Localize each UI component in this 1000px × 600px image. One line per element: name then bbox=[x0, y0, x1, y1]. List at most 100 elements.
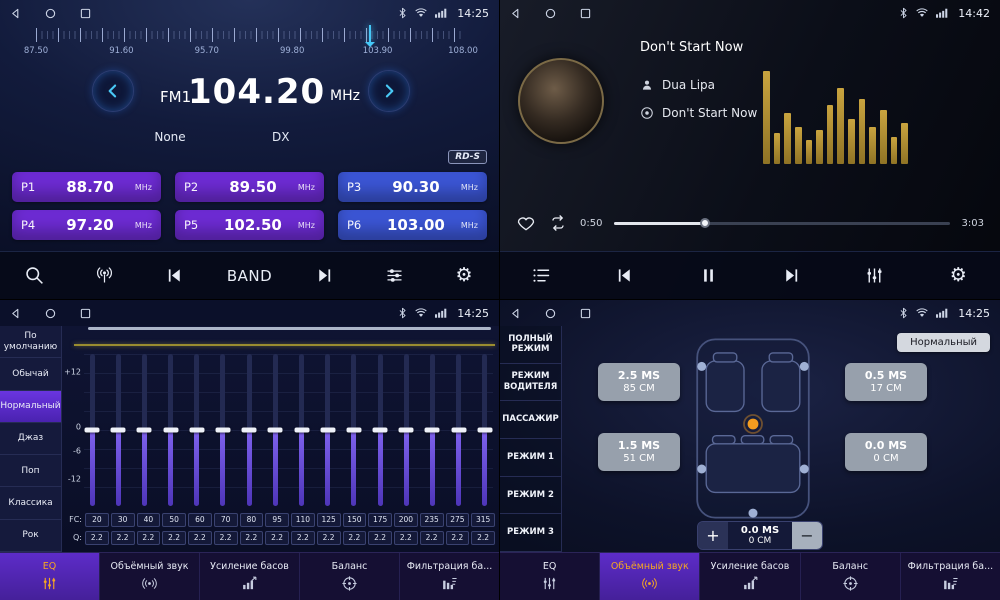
eq-band-slider[interactable] bbox=[398, 354, 414, 506]
delay-button-front-left[interactable]: 2.5 MS85 CM bbox=[598, 363, 680, 401]
eq-band-slider[interactable] bbox=[110, 354, 126, 506]
audio-settings-icon[interactable] bbox=[376, 259, 412, 293]
settings-gear-icon[interactable]: ⚙ bbox=[446, 259, 482, 293]
back-icon[interactable] bbox=[10, 8, 21, 19]
eq-band-slider[interactable] bbox=[320, 354, 336, 506]
eq-slider-handle[interactable] bbox=[137, 428, 152, 433]
eq-band-slider[interactable] bbox=[241, 354, 257, 506]
tuning-scale[interactable]: 87.5091.6095.7099.80103.90108.00 bbox=[36, 28, 463, 60]
sound-tab-eq[interactable]: EQ bbox=[0, 553, 100, 600]
eq-slider-handle[interactable] bbox=[320, 428, 335, 433]
eq-band-slider[interactable] bbox=[84, 354, 100, 506]
delay-button-rear-left[interactable]: 1.5 MS51 CM bbox=[598, 433, 680, 471]
surround-mode-item[interactable]: РЕЖИМ ВОДИТЕЛЯ bbox=[500, 364, 561, 402]
sound-tab-balance[interactable]: Баланс bbox=[801, 553, 901, 600]
delay-increase-button[interactable]: + bbox=[698, 522, 728, 549]
next-track-icon[interactable] bbox=[774, 259, 810, 293]
eq-slider-handle[interactable] bbox=[373, 428, 388, 433]
eq-preset-item[interactable]: Нормальный bbox=[0, 391, 61, 423]
back-icon[interactable] bbox=[510, 8, 521, 19]
eq-band-slider[interactable] bbox=[424, 354, 440, 506]
previous-station-icon[interactable] bbox=[157, 259, 193, 293]
eq-slider-handle[interactable] bbox=[346, 428, 361, 433]
eq-band-slider[interactable] bbox=[477, 354, 493, 506]
eq-band-slider[interactable] bbox=[189, 354, 205, 506]
eq-slider-handle[interactable] bbox=[294, 428, 309, 433]
eq-slider-handle[interactable] bbox=[163, 428, 178, 433]
preset-button-p5[interactable]: P5102.50MHz bbox=[175, 210, 324, 240]
eq-slider-handle[interactable] bbox=[477, 428, 492, 433]
tune-down-button[interactable] bbox=[92, 70, 134, 112]
eq-slider-handle[interactable] bbox=[85, 428, 100, 433]
eq-preset-item[interactable]: Рок bbox=[0, 520, 61, 552]
recents-icon[interactable] bbox=[80, 308, 91, 319]
previous-track-icon[interactable] bbox=[607, 259, 643, 293]
home-icon[interactable] bbox=[545, 8, 556, 19]
eq-preset-item[interactable]: Классика bbox=[0, 487, 61, 519]
surround-mode-item[interactable]: ПОЛНЫЙ РЕЖИМ bbox=[500, 326, 561, 364]
sound-tab-bass-boost[interactable]: Усиление басов bbox=[200, 553, 300, 600]
sound-tab-filter[interactable]: Фильтрация ба... bbox=[400, 553, 499, 600]
preset-button-p4[interactable]: P497.20MHz bbox=[12, 210, 161, 240]
eq-scrollbar[interactable] bbox=[88, 327, 491, 330]
eq-preset-item[interactable]: Джаз bbox=[0, 423, 61, 455]
delay-decrease-button[interactable]: − bbox=[792, 522, 822, 549]
back-icon[interactable] bbox=[510, 308, 521, 319]
recents-icon[interactable] bbox=[580, 308, 591, 319]
band-button[interactable]: BAND bbox=[227, 259, 272, 293]
tune-up-button[interactable] bbox=[368, 70, 410, 112]
settings-gear-icon[interactable]: ⚙ bbox=[940, 259, 976, 293]
sound-profile-button[interactable]: Нормальный bbox=[897, 333, 990, 352]
surround-mode-item[interactable]: РЕЖИМ 1 bbox=[500, 439, 561, 477]
home-icon[interactable] bbox=[45, 8, 56, 19]
eq-band-slider[interactable] bbox=[294, 354, 310, 506]
preset-button-p1[interactable]: P188.70MHz bbox=[12, 172, 161, 202]
preset-button-p6[interactable]: P6103.00MHz bbox=[338, 210, 487, 240]
preset-button-p2[interactable]: P289.50MHz bbox=[175, 172, 324, 202]
eq-preset-item[interactable]: Обычай bbox=[0, 358, 61, 390]
next-station-icon[interactable] bbox=[306, 259, 342, 293]
eq-slider-handle[interactable] bbox=[242, 428, 257, 433]
recents-icon[interactable] bbox=[80, 8, 91, 19]
back-icon[interactable] bbox=[10, 308, 21, 319]
sound-tab-bass-boost[interactable]: Усиление басов bbox=[700, 553, 800, 600]
search-icon[interactable] bbox=[17, 259, 53, 293]
progress-knob[interactable] bbox=[700, 218, 710, 228]
broadcast-seek-icon[interactable] bbox=[87, 259, 123, 293]
eq-slider-handle[interactable] bbox=[268, 428, 283, 433]
home-icon[interactable] bbox=[45, 308, 56, 319]
favorite-icon[interactable] bbox=[516, 213, 536, 233]
preset-button-p3[interactable]: P390.30MHz bbox=[338, 172, 487, 202]
eq-slider-handle[interactable] bbox=[425, 428, 440, 433]
eq-slider-handle[interactable] bbox=[215, 428, 230, 433]
eq-slider-handle[interactable] bbox=[111, 428, 126, 433]
sound-tab-balance[interactable]: Баланс bbox=[300, 553, 400, 600]
sound-tab-surround[interactable]: Объёмный звук bbox=[100, 553, 200, 600]
pause-icon[interactable] bbox=[690, 259, 726, 293]
equalizer-icon[interactable] bbox=[857, 259, 893, 293]
eq-preset-item[interactable]: По умолчанию bbox=[0, 326, 61, 358]
eq-slider-handle[interactable] bbox=[399, 428, 414, 433]
eq-slider-handle[interactable] bbox=[451, 428, 466, 433]
eq-preset-item[interactable]: Поп bbox=[0, 455, 61, 487]
home-icon[interactable] bbox=[545, 308, 556, 319]
eq-band-slider[interactable] bbox=[136, 354, 152, 506]
recents-icon[interactable] bbox=[580, 8, 591, 19]
delay-button-front-right[interactable]: 0.5 MS17 CM bbox=[845, 363, 927, 401]
eq-band-slider[interactable] bbox=[451, 354, 467, 506]
delay-button-rear-right[interactable]: 0.0 MS0 CM bbox=[845, 433, 927, 471]
eq-band-slider[interactable] bbox=[372, 354, 388, 506]
surround-mode-item[interactable]: РЕЖИМ 2 bbox=[500, 477, 561, 515]
eq-band-slider[interactable] bbox=[215, 354, 231, 506]
sound-tab-eq[interactable]: EQ bbox=[500, 553, 600, 600]
sound-tab-filter[interactable]: Фильтрация ба... bbox=[901, 553, 1000, 600]
repeat-icon[interactable] bbox=[548, 213, 568, 233]
seek-bar[interactable] bbox=[614, 222, 949, 225]
playlist-icon[interactable] bbox=[524, 259, 560, 293]
eq-band-slider[interactable] bbox=[267, 354, 283, 506]
eq-slider-handle[interactable] bbox=[189, 428, 204, 433]
eq-band-slider[interactable] bbox=[346, 354, 362, 506]
surround-mode-item[interactable]: РЕЖИМ 3 bbox=[500, 514, 561, 552]
surround-mode-item[interactable]: ПАССАЖИР bbox=[500, 401, 561, 439]
eq-band-slider[interactable] bbox=[163, 354, 179, 506]
